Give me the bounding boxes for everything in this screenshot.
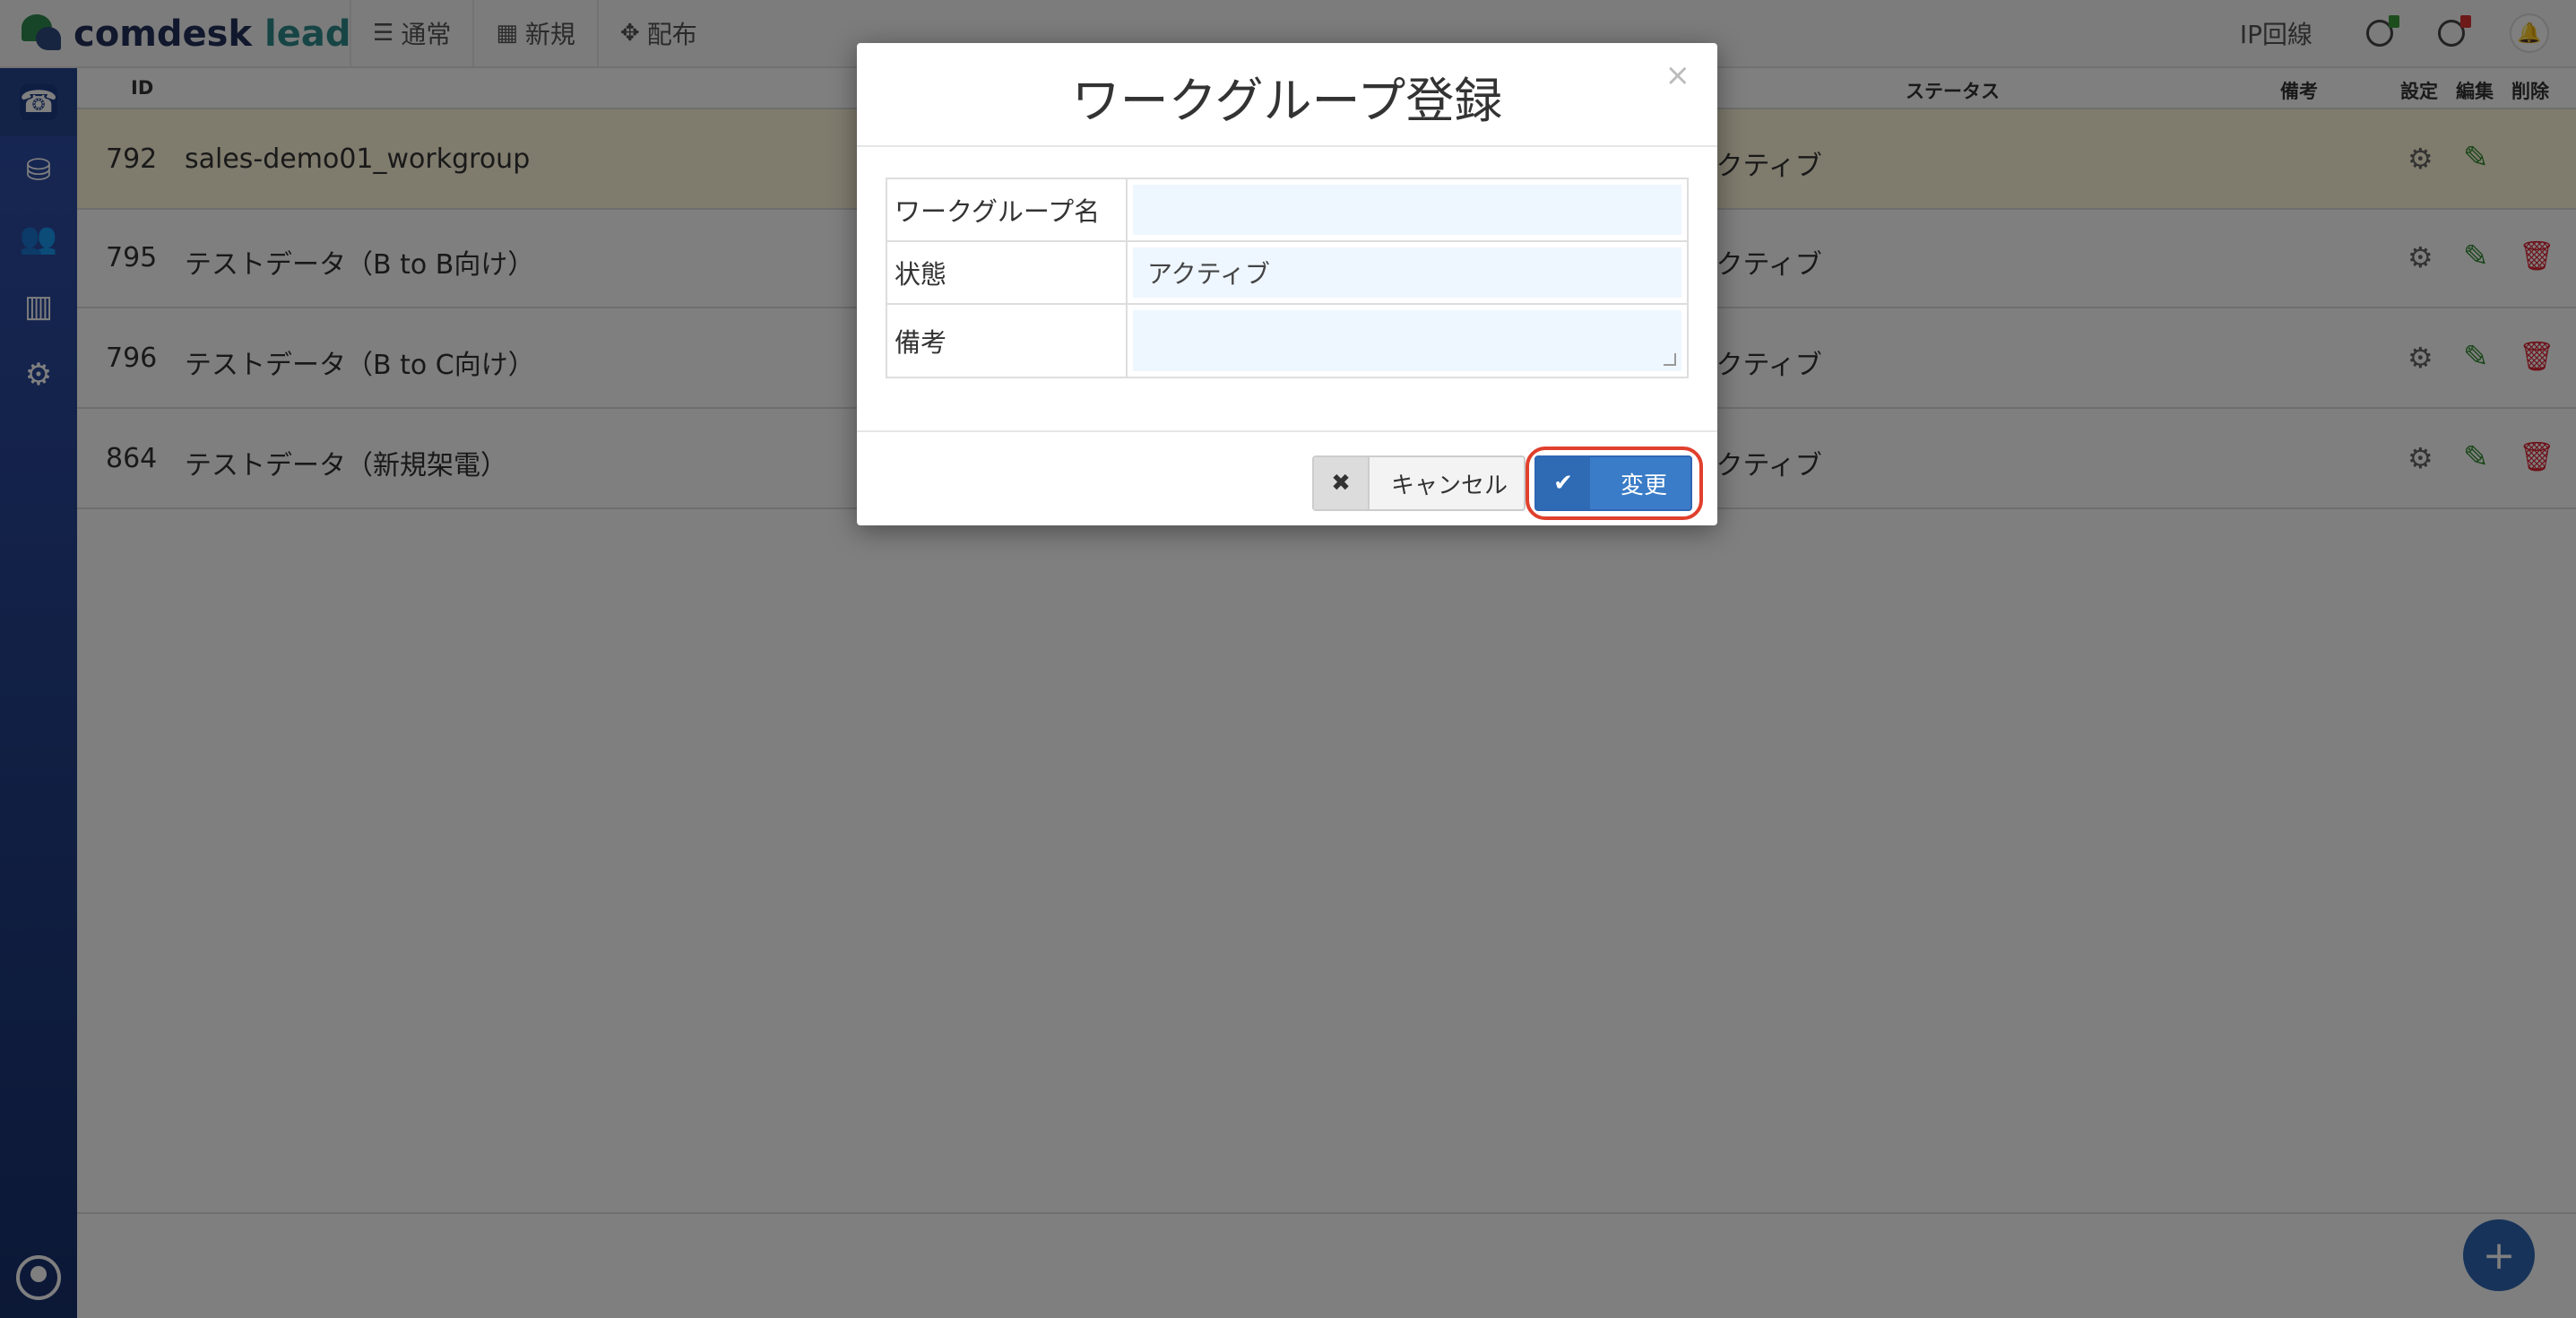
form-row-name: ワークグループ名 <box>887 179 1687 242</box>
workgroup-name-label: ワークグループ名 <box>887 179 1128 240</box>
note-cell <box>1128 305 1687 377</box>
form-table: ワークグループ名 状態 アクティブ 備考 <box>886 178 1689 378</box>
cancel-label: キャンセル <box>1391 472 1508 499</box>
status-label: 状態 <box>887 242 1128 303</box>
highlight-annotation <box>1526 447 1703 520</box>
cancel-button[interactable]: ✖ キャンセル <box>1312 455 1526 511</box>
workgroup-register-dialog: ワークグループ登録 × ワークグループ名 状態 アクティブ 備考 ✖ キャンセル <box>857 43 1717 525</box>
close-x-icon: ✖ <box>1314 457 1370 509</box>
note-label: 備考 <box>887 305 1128 377</box>
form-row-note: 備考 <box>887 305 1687 377</box>
workgroup-name-cell <box>1128 179 1687 240</box>
status-cell: アクティブ <box>1128 242 1687 303</box>
status-select[interactable]: アクティブ <box>1133 247 1681 298</box>
modal-header: ワークグループ登録 × <box>857 43 1717 147</box>
note-textarea[interactable] <box>1133 310 1681 371</box>
close-icon[interactable]: × <box>1665 57 1691 93</box>
modal-footer: ✖ キャンセル ✔ 変更 <box>857 430 1717 525</box>
workgroup-name-input[interactable] <box>1133 185 1681 235</box>
modal-title: ワークグループ登録 <box>1071 73 1503 129</box>
form-row-status: 状態 アクティブ <box>887 242 1687 305</box>
